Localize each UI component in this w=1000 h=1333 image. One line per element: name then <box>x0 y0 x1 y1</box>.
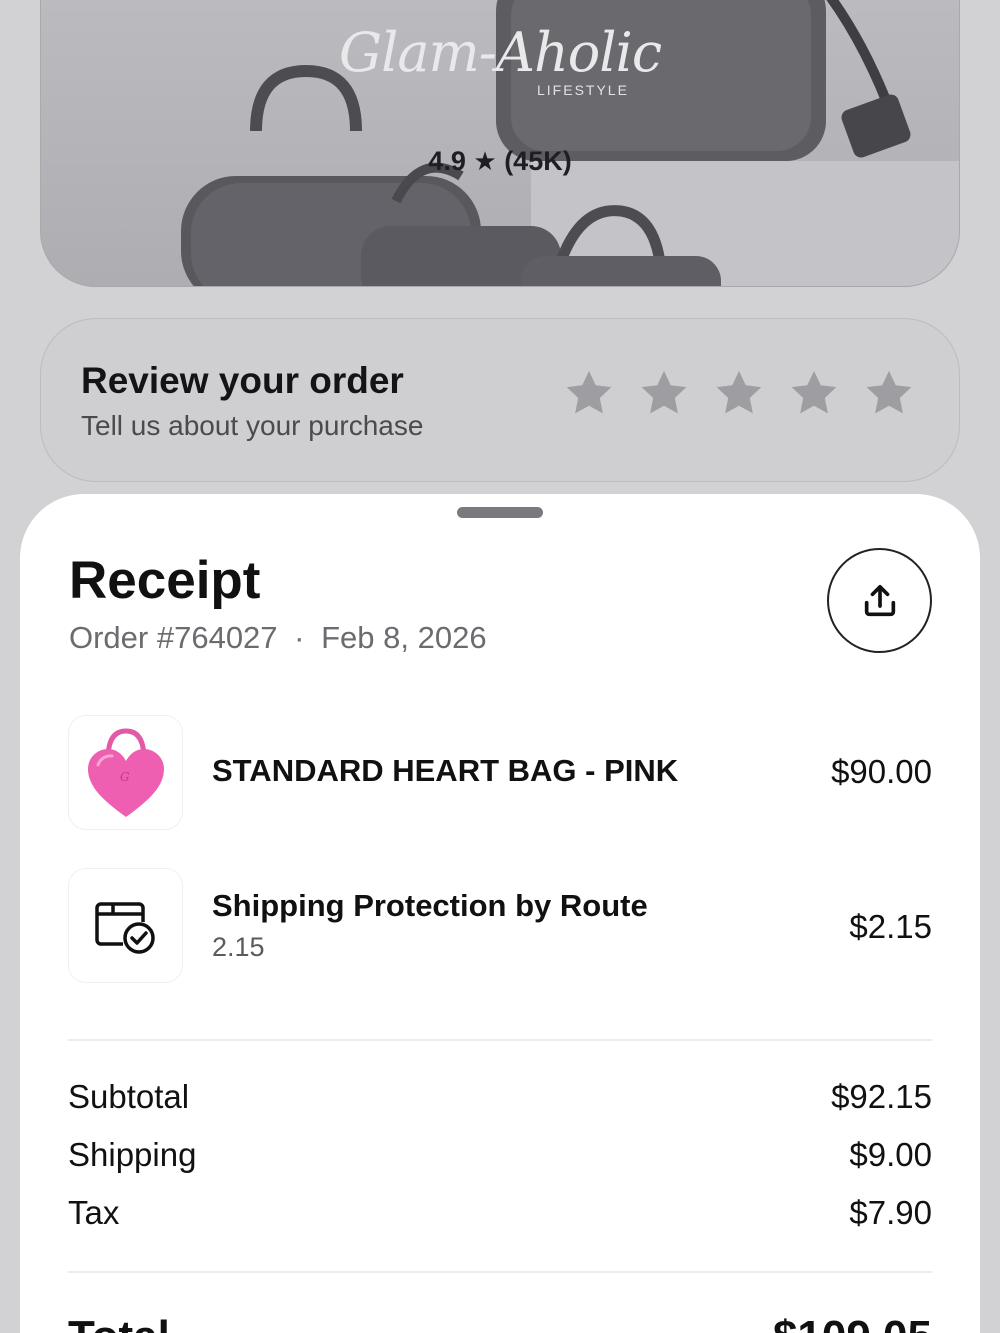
store-hero-card[interactable]: Glam-Aholic LIFESTYLE 4.9 ★ (45K) <box>40 0 960 287</box>
summary-label: Shipping <box>68 1136 197 1173</box>
summary-label: Subtotal <box>68 1078 190 1115</box>
star-icon[interactable] <box>713 367 765 419</box>
summary-value: $92.15 <box>831 1078 932 1115</box>
brand-tagline: LIFESTYLE <box>537 82 629 98</box>
store-rating: 4.9 ★ (45K) <box>41 146 959 177</box>
product-thumbnail <box>68 868 183 983</box>
review-title: Review your order <box>81 360 404 401</box>
rating-value: 4.9 <box>428 146 466 176</box>
app-screen: Glam-Aholic LIFESTYLE 4.9 ★ (45K) Review… <box>0 0 1000 1333</box>
star-rating-input[interactable] <box>563 367 915 419</box>
divider <box>68 1271 932 1273</box>
item-name: Shipping Protection by Route <box>212 888 648 923</box>
total-value: $109.05 <box>773 1312 932 1333</box>
line-item[interactable]: G STANDARD HEART BAG - PINK $90.00 <box>68 715 932 831</box>
share-button[interactable] <box>827 548 932 653</box>
package-check-icon <box>94 901 155 954</box>
line-item[interactable]: Shipping Protection by Route 2.15 $2.15 <box>68 868 932 984</box>
summary-row-tax: Tax $7.90 <box>68 1194 932 1234</box>
summary-row-shipping: Shipping $9.00 <box>68 1136 932 1176</box>
receipt-title: Receipt <box>69 551 261 610</box>
receipt-sheet: Receipt Order #764027 · Feb 8, 2026 G ST… <box>20 494 980 1333</box>
star-icon[interactable] <box>563 367 615 419</box>
total-label: Total <box>68 1312 170 1333</box>
order-meta: Order #764027 · Feb 8, 2026 <box>69 620 487 656</box>
review-count: (45K) <box>504 146 572 176</box>
brand-logo: Glam-Aholic <box>338 21 662 84</box>
star-icon: ★ <box>473 146 497 176</box>
review-order-card[interactable]: Review your order Tell us about your pur… <box>40 318 960 482</box>
summary-row-subtotal: Subtotal $92.15 <box>68 1078 932 1118</box>
summary-value: $7.90 <box>849 1194 932 1231</box>
meta-separator: · <box>294 620 305 655</box>
product-thumbnail: G <box>68 715 183 830</box>
item-name: STANDARD HEART BAG - PINK <box>212 753 679 788</box>
summary-value: $9.00 <box>849 1136 932 1173</box>
star-icon[interactable] <box>863 367 915 419</box>
heart-bag-image: G <box>87 727 164 817</box>
item-subtitle: 2.15 <box>212 932 265 962</box>
svg-text:G: G <box>120 770 130 784</box>
star-icon[interactable] <box>638 367 690 419</box>
summary-label: Tax <box>68 1194 120 1231</box>
sheet-grabber-handle[interactable] <box>457 507 543 518</box>
order-number: Order #764027 <box>69 620 278 655</box>
star-icon[interactable] <box>788 367 840 419</box>
order-date: Feb 8, 2026 <box>321 620 487 655</box>
review-subtitle: Tell us about your purchase <box>81 410 424 441</box>
item-price: $2.15 <box>849 908 932 945</box>
divider <box>68 1039 932 1041</box>
share-icon <box>864 584 895 616</box>
item-price: $90.00 <box>831 753 932 790</box>
